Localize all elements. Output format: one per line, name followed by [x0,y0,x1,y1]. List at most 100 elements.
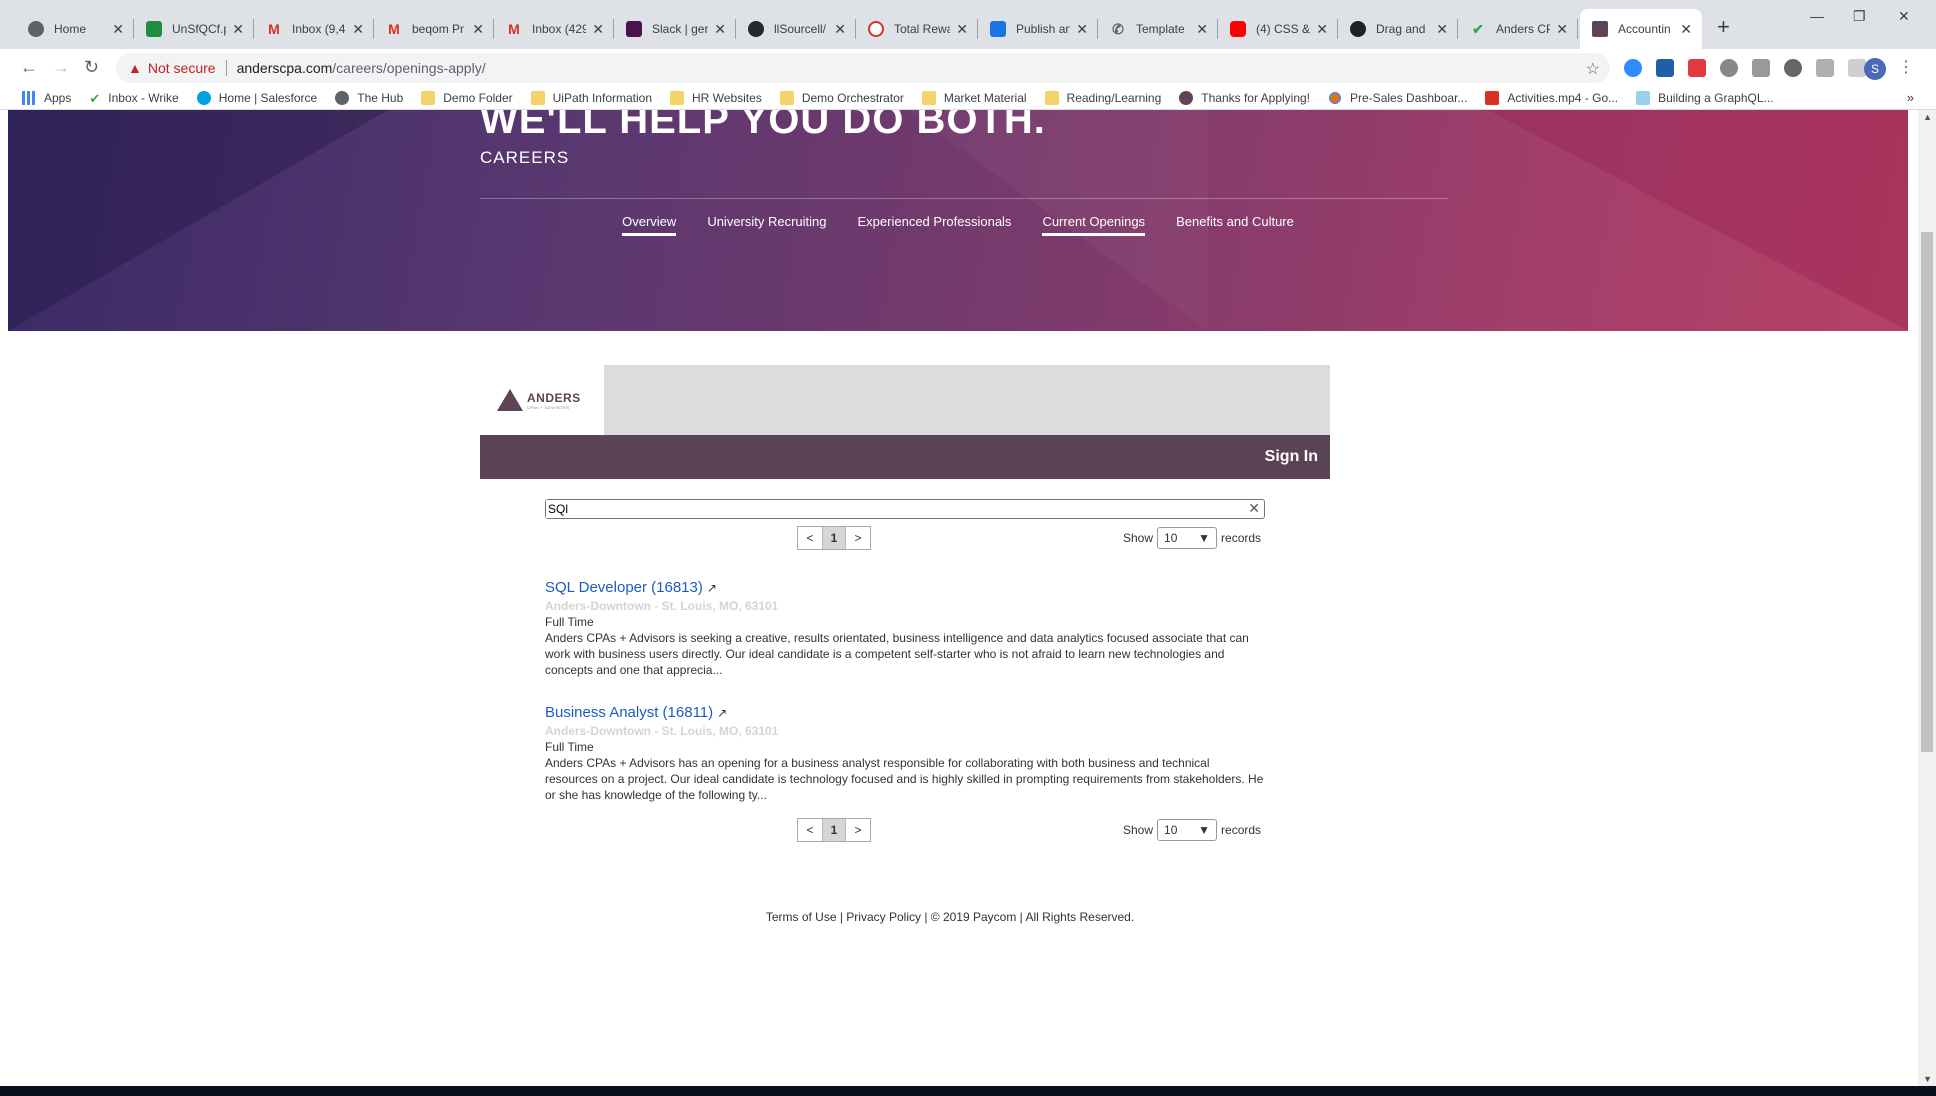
gmail-icon: M [268,21,280,37]
folder-icon [421,91,436,105]
tab-label: (4) CSS & [1256,22,1311,36]
job-board-brand-bar: ANDERS CPAs + ADVISORS [480,365,1330,435]
clear-search-icon[interactable]: ✕ [1248,500,1260,517]
tab-template[interactable]: ✆ Template ✕ [1098,9,1218,49]
scroll-up-icon[interactable]: ▲ [1923,112,1932,122]
bookmark-wrike[interactable]: ✔ Inbox - Wrike [89,91,178,106]
tab-unsfqcf[interactable]: UnSfQCf.p ✕ [134,9,254,49]
tab-publish[interactable]: Publish an ✕ [978,9,1098,49]
grey-extension-icon[interactable] [1752,59,1770,77]
close-icon[interactable]: ✕ [1680,21,1692,38]
bookmark-activities[interactable]: Activities.mp4 - Go... [1485,91,1618,105]
close-icon[interactable]: ✕ [352,21,364,38]
bookmark-thanks-applying[interactable]: Thanks for Applying! [1179,91,1310,105]
back-icon[interactable]: ← [20,57,38,78]
scrollbar-thumb[interactable] [1921,232,1933,752]
restore-icon[interactable]: ❐ [1853,8,1866,25]
close-icon[interactable]: ✕ [1556,21,1568,38]
logo-name: ANDERS [527,390,581,405]
nav-benefits-culture[interactable]: Benefits and Culture [1176,214,1294,236]
circle-extension-icon[interactable] [1784,59,1802,77]
profile-avatar[interactable]: S [1864,58,1886,80]
close-icon[interactable]: ✕ [472,21,484,38]
close-icon[interactable]: ✕ [834,21,846,38]
bookmark-presales-dashboard[interactable]: Pre-Sales Dashboar... [1328,91,1467,105]
zoom-extension-icon[interactable] [1624,59,1642,77]
bookmark-reading-learning[interactable]: Reading/Learning [1044,91,1161,105]
nav-current-openings[interactable]: Current Openings [1042,214,1146,236]
tab-accounting[interactable]: Accountin ✕ [1580,9,1702,49]
bookmark-salesforce[interactable]: Home | Salesforce [196,91,317,105]
job-type: Full Time [545,740,594,754]
tab-beqom[interactable]: M beqom Pr ✕ [374,9,494,49]
uipath-extension-icon[interactable] [1656,59,1674,77]
bookmark-demo-folder[interactable]: Demo Folder [421,91,513,105]
tab-github[interactable]: llSourcell/ ✕ [736,9,856,49]
bookmarks-overflow-icon[interactable]: » [1907,90,1914,105]
records-per-page-bottom: Show 10 ▼ records [1123,819,1261,841]
tab-inbox-2[interactable]: M Inbox (429 ✕ [494,9,614,49]
page-number-button[interactable]: 1 [822,819,846,841]
next-page-button[interactable]: > [846,527,870,549]
job-title-link[interactable]: SQL Developer (16813) [545,579,703,596]
prev-page-button[interactable]: < [798,527,822,549]
address-bar[interactable]: ▲ Not secure anderscpa.com /careers/open… [116,53,1610,83]
sign-in-link[interactable]: Sign In [1265,448,1318,466]
rights-text: All Rights Reserved. [1025,910,1135,924]
tab-drag-drop[interactable]: Drag and ✕ [1338,9,1458,49]
close-icon[interactable]: ✕ [1436,21,1448,38]
tab-total-rewards[interactable]: Total Rewa ✕ [856,9,978,49]
close-icon[interactable]: ✕ [112,21,124,38]
drive-extension-icon[interactable] [1720,59,1738,77]
scroll-down-icon[interactable]: ▼ [1923,1074,1932,1084]
pdf-extension-icon[interactable] [1816,59,1834,77]
close-icon[interactable]: ✕ [1196,21,1208,38]
page-viewport: WE'LL HELP YOU DO BOTH. CAREERS Overview… [0,110,1936,1086]
close-icon[interactable]: ✕ [592,21,604,38]
pagination-bottom: < 1 > [797,818,871,842]
nav-experienced-professionals[interactable]: Experienced Professionals [858,214,1012,236]
tab-anders[interactable]: ✔ Anders CP ✕ [1458,9,1578,49]
next-page-button[interactable]: > [846,819,870,841]
tab-inbox-1[interactable]: M Inbox (9,4 ✕ [254,9,374,49]
tab-home[interactable]: Home ✕ [16,9,134,49]
page-scrollbar[interactable]: ▲ ▼ [1918,110,1936,1086]
forward-icon[interactable]: → [52,57,70,78]
bookmark-uipath-info[interactable]: UiPath Information [530,91,652,105]
bookmark-label: Activities.mp4 - Go... [1507,91,1619,105]
external-link-icon[interactable]: ↗ [717,706,727,720]
privacy-policy-link[interactable]: Privacy Policy [846,910,921,924]
window-close-icon[interactable]: ✕ [1898,8,1910,25]
records-select[interactable]: 10 ▼ [1157,527,1218,549]
prev-page-button[interactable]: < [798,819,822,841]
close-icon[interactable]: ✕ [232,21,244,38]
bookmark-star-icon[interactable]: ☆ [1586,59,1600,79]
minimize-icon[interactable]: — [1810,8,1824,24]
tab-youtube[interactable]: (4) CSS & ✕ [1218,9,1338,49]
job-title-link[interactable]: Business Analyst (16811) [545,704,713,721]
red-extension-icon[interactable] [1688,59,1706,77]
bookmark-demo-orchestrator[interactable]: Demo Orchestrator [779,91,904,105]
phone-icon: ✆ [1112,20,1124,37]
terms-of-use-link[interactable]: Terms of Use [766,910,837,924]
job-search-input[interactable] [546,500,1236,518]
bookmark-the-hub[interactable]: The Hub [335,91,403,105]
records-select[interactable]: 10 ▼ [1157,819,1218,841]
external-link-icon[interactable]: ↗ [707,581,717,595]
close-icon[interactable]: ✕ [714,21,726,38]
tab-slack[interactable]: Slack | ger ✕ [614,9,736,49]
bookmark-graphql[interactable]: Building a GraphQL... [1636,91,1774,105]
close-icon[interactable]: ✕ [1076,21,1088,38]
menu-kebab-icon[interactable]: ⋮ [1898,57,1914,77]
bookmark-market-material[interactable]: Market Material [921,91,1027,105]
bookmark-hr-websites[interactable]: HR Websites [670,91,762,105]
close-icon[interactable]: ✕ [956,21,968,38]
bookmark-apps[interactable]: Apps [22,91,71,105]
nav-overview[interactable]: Overview [622,214,677,236]
page-number-button[interactable]: 1 [822,527,846,549]
close-icon[interactable]: ✕ [1316,21,1328,38]
new-tab-button[interactable]: + [1717,14,1730,40]
reload-icon[interactable]: ↻ [84,57,99,78]
nav-university-recruiting[interactable]: University Recruiting [707,214,826,236]
bookmarks-bar: Apps ✔ Inbox - Wrike Home | Salesforce Th… [0,87,1936,110]
